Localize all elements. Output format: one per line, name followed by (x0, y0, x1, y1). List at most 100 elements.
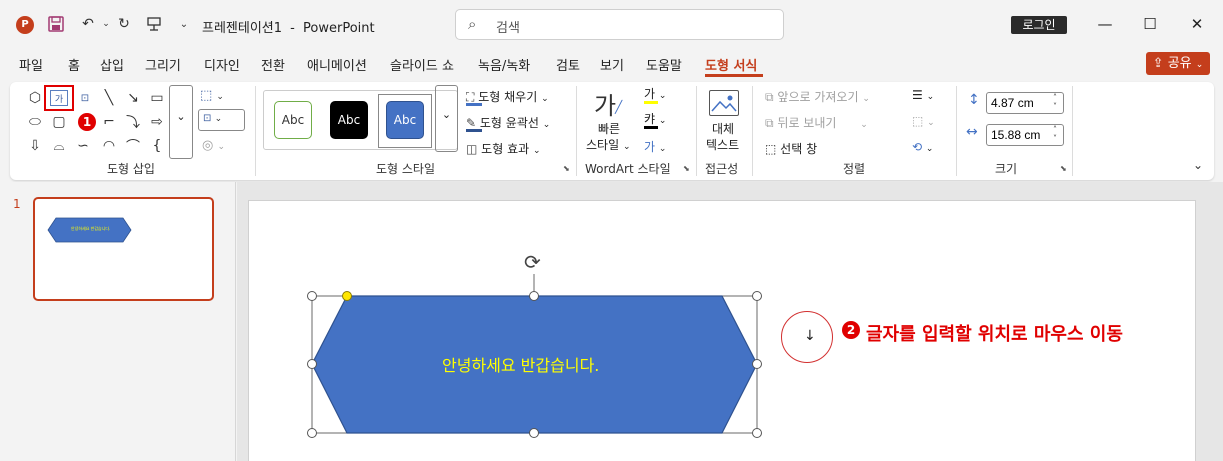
tab-slideshow[interactable]: 슬라이드 쇼 (390, 55, 454, 74)
tab-transitions[interactable]: 전환 (261, 55, 285, 74)
effects-dropdown-icon: ⌄ (532, 146, 541, 156)
text-fill-button[interactable]: 가 ⌄ (644, 85, 666, 102)
redo-icon[interactable]: ↻ (114, 14, 134, 34)
rotate-handle-icon[interactable]: ⟳ (524, 250, 541, 274)
text-outline-button[interactable]: 캬 ⌄ (644, 110, 666, 127)
edit-shape-button[interactable]: ⬚ ⌄ (200, 88, 224, 103)
text-effects-glyph: 가 (644, 140, 656, 154)
quick-styles-button[interactable]: 스타일 ⌄ (586, 136, 631, 153)
undo-icon[interactable]: ↶ (78, 14, 98, 34)
resize-handle-bottom-right[interactable] (752, 428, 762, 438)
tab-home[interactable]: 홈 (68, 55, 80, 74)
scribble-shape-icon[interactable]: ∽ (74, 138, 92, 154)
group-label-accessibility: 접근성 (705, 162, 739, 176)
separator (576, 86, 577, 176)
hexagon-shape-icon[interactable]: ⬡ (26, 90, 44, 106)
tab-insert[interactable]: 삽입 (100, 55, 124, 74)
style-swatch-outline-green[interactable]: Abc (274, 101, 312, 139)
group-dropdown-icon: ⌄ (927, 118, 935, 128)
rounded-rectangle-shape-icon[interactable]: ▢ (50, 114, 68, 130)
resize-handle-top[interactable] (529, 291, 539, 301)
group-label-size: 크기 (995, 162, 1018, 176)
tab-draw[interactable]: 그리기 (145, 55, 181, 74)
share-button[interactable]: ⇪ 공유 ⌄ (1146, 52, 1210, 75)
share-label: 공유 (1167, 56, 1192, 71)
tab-design[interactable]: 디자인 (204, 55, 240, 74)
title-separator: - (290, 21, 295, 36)
login-button[interactable]: 로그인 (1011, 16, 1067, 34)
minimize-icon[interactable]: — (1093, 12, 1117, 36)
oval-shape-icon[interactable]: ⬭ (26, 114, 44, 130)
down-arrow-shape-icon[interactable]: ⇩ (26, 138, 44, 154)
width-spinner-icon[interactable]: ˄ ˅ (1053, 125, 1057, 143)
tab-animations[interactable]: 애니메이션 (307, 55, 367, 74)
paint-bucket-icon: ⛶ (466, 90, 475, 104)
selection-pane-button[interactable]: ⬚ 선택 창 (765, 140, 817, 157)
hexagon-shape-svg (311, 274, 758, 434)
resize-handle-left[interactable] (307, 359, 317, 369)
group-label-wordart: WordArt 스타일 (585, 162, 671, 176)
text-box-dropdown[interactable]: ⊡ ⌄ (198, 109, 245, 131)
tab-file[interactable]: 파일 (19, 55, 43, 74)
separator (752, 86, 753, 176)
resize-handle-top-left[interactable] (307, 291, 317, 301)
quick-styles-line1[interactable]: 빠른 (598, 120, 620, 137)
right-arrow-shape-icon[interactable]: ⇨ (148, 114, 166, 130)
arrow-line-shape-icon[interactable]: ↘ (124, 90, 142, 106)
app-name: PowerPoint (303, 21, 375, 36)
elbow-connector-icon[interactable]: ⌐ (100, 114, 118, 130)
rectangle-shape-icon[interactable]: ▭ (148, 90, 166, 106)
freeform-shape-icon[interactable]: ⌓ (50, 138, 68, 154)
style-swatch-black[interactable]: Abc (330, 101, 368, 139)
resize-handle-right[interactable] (752, 359, 762, 369)
style-more-button[interactable]: ⌄ (435, 85, 458, 152)
wordart-launcher-icon[interactable]: ⬊ (683, 164, 690, 173)
alt-text-line2[interactable]: 텍스트 (706, 136, 739, 153)
rotate-button[interactable]: ⟲ ⌄ (912, 140, 933, 154)
style-swatch-blue[interactable]: Abc (386, 101, 424, 139)
shapes-more-button[interactable]: ⌄ (169, 85, 193, 159)
size-launcher-icon[interactable]: ⬊ (1060, 164, 1067, 173)
tab-shape-format[interactable]: 도형 서식 (705, 55, 757, 74)
text-outline-dropdown-icon: ⌄ (658, 116, 667, 126)
thumbnail-shape-text: 안녕하세요 반갑습니다. (71, 226, 111, 231)
adjust-handle[interactable] (342, 291, 352, 301)
align-button[interactable]: ☰ ⌄ (912, 88, 934, 102)
separator (696, 86, 697, 176)
tab-view[interactable]: 보기 (600, 55, 624, 74)
resize-handle-bottom-left[interactable] (307, 428, 317, 438)
tab-help[interactable]: 도움말 (646, 55, 682, 74)
elbow-arrow-connector-icon[interactable]: ⤵ (124, 114, 142, 131)
shape-styles-launcher-icon[interactable]: ⬊ (563, 164, 570, 173)
arc-shape-icon[interactable]: ◠ (100, 138, 118, 154)
height-spinner-icon[interactable]: ˄ ˅ (1053, 93, 1057, 111)
curve-shape-icon[interactable]: ⌒ (124, 138, 142, 155)
search-box[interactable]: ⌕ 검색 (455, 9, 784, 40)
align-dropdown-icon: ⌄ (926, 92, 935, 102)
shape-text[interactable]: 안녕하세요 반갑습니다. (442, 352, 599, 376)
resize-handle-top-right[interactable] (752, 291, 762, 301)
bring-forward-icon: ⧉ (765, 90, 774, 104)
brace-shape-icon[interactable]: { (148, 138, 166, 154)
send-backward-icon: ⧉ (765, 116, 774, 130)
resize-handle-bottom[interactable] (529, 428, 539, 438)
tab-review[interactable]: 검토 (556, 55, 580, 74)
shape-effects-button[interactable]: ◫ 도형 효과 ⌄ (466, 140, 541, 157)
undo-dropdown-icon[interactable]: ⌄ (96, 14, 116, 34)
qat-dropdown-icon[interactable]: ⌄ (174, 14, 194, 34)
save-icon[interactable] (46, 14, 66, 34)
ribbon-collapse-icon[interactable]: ⌄ (1193, 158, 1203, 172)
vertical-text-box-icon[interactable]: ⊡ (76, 90, 94, 106)
line-shape-icon[interactable]: ╲ (100, 90, 118, 106)
selection-pane-icon: ⬚ (765, 142, 777, 156)
close-icon[interactable]: ✕ (1185, 12, 1209, 36)
wordart-glyph: 가 (594, 92, 617, 120)
maximize-icon[interactable]: ☐ (1138, 12, 1162, 36)
alt-text-line1[interactable]: 대체 (712, 120, 734, 137)
rotate-icon: ⟲ (912, 140, 923, 154)
tab-record[interactable]: 녹음/녹화 (478, 55, 530, 74)
customize-icon[interactable] (144, 14, 164, 34)
thumbnail-hexagon (47, 217, 132, 243)
text-effects-button[interactable]: 가 ⌄ (644, 138, 666, 155)
slide-thumbnail[interactable]: 안녕하세요 반갑습니다. (33, 197, 214, 301)
